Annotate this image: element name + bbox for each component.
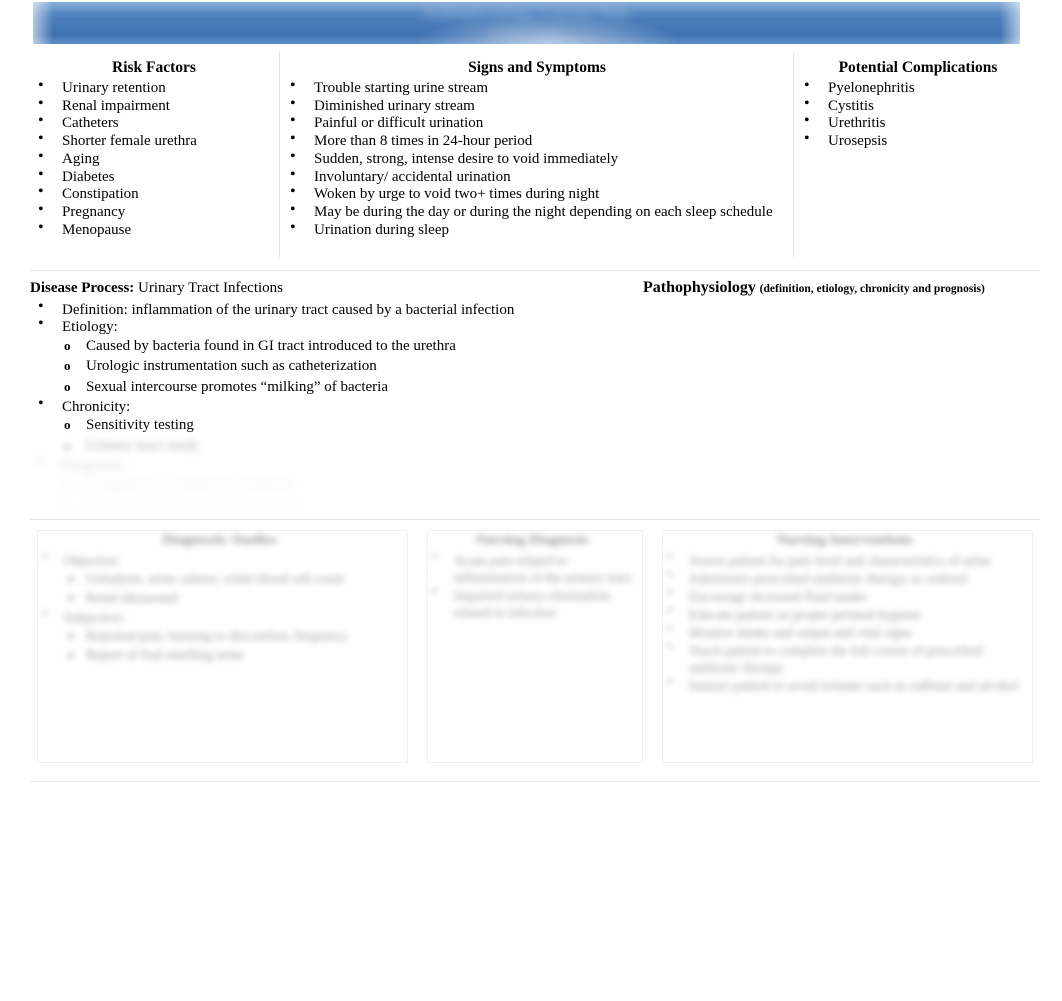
pathophysiology-subheading: (definition, etiology, chronicity and pr…	[759, 283, 985, 295]
list-item: Administer prescribed antibiotic therapy…	[659, 567, 1030, 587]
list-item: Sudden, strong, intense desire to void i…	[282, 148, 792, 168]
list-item: Monitor intake and output and vital sign…	[659, 621, 1030, 641]
risk-factors-list: Urinary retention Renal impairment Cathe…	[30, 77, 278, 239]
list-item: Sensitivity testing	[30, 417, 1040, 434]
list-item: More than 8 times in 24-hour period	[282, 130, 792, 150]
list-item: Renal ultrasound	[34, 589, 405, 606]
disease-process-header: Disease Process: Urinary Tract Infection…	[30, 278, 1040, 300]
risk-factors-title: Risk Factors	[112, 59, 196, 76]
chronicity-label: Chronicity:	[30, 396, 1040, 415]
chronicity-group: Chronicity:	[30, 396, 1040, 415]
list-item: Diabetes	[30, 165, 278, 186]
nursing-interventions-list: Assess patient for pain level and charac…	[659, 549, 1030, 694]
list-item: Urination during sleep	[282, 219, 792, 239]
list-item: Aging	[30, 148, 278, 168]
prognosis-label: Prognosis:	[30, 455, 1040, 474]
list-item: Treatment of underlying conditions	[30, 497, 1040, 514]
list-item: Urosepsis	[796, 130, 1040, 150]
bottom-row: Diagnostic Studies Objective: Urinalysis…	[30, 521, 1040, 781]
definition-item: Definition: inflammation of the urinary …	[30, 299, 1040, 318]
list-item: Educate patient on proper perineal hygie…	[659, 603, 1030, 623]
section-divider-bottom	[30, 781, 1040, 782]
list-item: Diminished urinary stream	[282, 95, 792, 115]
chronicity-sub-list: Sensitivity testing Urinary tract study	[30, 417, 1040, 454]
list-item: Involuntary/ accidental urination	[282, 165, 792, 186]
list-item: Acute pain related to inflammation of th…	[424, 549, 640, 586]
nursing-interventions-box: Nursing Interventions Assess patient for…	[655, 521, 1040, 781]
list-item: Woken by urge to void two+ times during …	[282, 183, 792, 203]
list-item: Report of foul smelling urine	[34, 646, 405, 663]
diagnostic-objective-group: Objective:	[34, 549, 405, 569]
list-item: Objective:	[34, 549, 405, 569]
risk-factors-box: Risk Factors Urinary retention Renal imp…	[30, 52, 280, 257]
list-item: Renal impairment	[30, 95, 278, 115]
nursing-diagnosis-list: Acute pain related to inflammation of th…	[424, 549, 640, 621]
document-page: Pathophysiology Concept Map Student Name…	[0, 0, 1062, 1001]
diagnostic-objective-sub-list: Urinalysis, urine culture, white blood c…	[34, 570, 405, 606]
potential-complications-title: Potential Complications	[838, 59, 998, 76]
list-item: Urinalysis, urine culture, white blood c…	[34, 570, 405, 587]
signs-and-symptoms-list: Trouble starting urine stream Diminished…	[282, 77, 792, 239]
disease-process-value: Urinary Tract Infections	[138, 280, 283, 296]
section-divider-middle	[30, 519, 1040, 520]
list-item: Assess patient for pain level and charac…	[659, 549, 1030, 569]
list-item: Shorter female urethra	[30, 130, 278, 150]
diagnostic-studies-box: Diagnostic Studies Objective: Urinalysis…	[30, 521, 415, 781]
list-item: Encourage increased fluid intake	[659, 585, 1030, 605]
list-item: Menopause	[30, 219, 278, 239]
document-title: Pathophysiology Concept Map	[424, 5, 629, 21]
list-item: Urinary tract study	[30, 438, 1040, 455]
list-item: Painful or difficult urination	[282, 112, 792, 132]
list-item: May be during the day or during the nigh…	[282, 201, 792, 221]
list-item: Teach patient to complete the full cours…	[659, 639, 1030, 676]
nursing-diagnosis-box: Nursing Diagnosis Acute pain related to …	[420, 521, 650, 781]
column-divider	[793, 52, 794, 257]
signs-and-symptoms-box: Signs and Symptoms Trouble starting urin…	[282, 52, 794, 257]
list-item: Trouble starting urine stream	[282, 77, 792, 97]
list-item: Urologic instrumentation such as cathete…	[30, 358, 1040, 375]
list-item: Sexual intercourse promotes “milking” of…	[30, 379, 1040, 396]
list-item: Impaired urinary elimination related to …	[424, 584, 640, 621]
etiology-sub-list: Caused by bacteria found in GI tract int…	[30, 338, 1040, 396]
list-item: Reported pain, burning or discomfort, fr…	[34, 627, 405, 644]
pathophysiology-heading: Pathophysiology	[643, 279, 756, 296]
list-item: Pyelonephritis	[796, 77, 1040, 97]
diagnostic-studies-title: Diagnostic Studies	[162, 532, 277, 548]
list-item: Catheters	[30, 112, 278, 132]
list-item: Instruct patient to avoid irritants such…	[659, 674, 1030, 694]
potential-complications-box: Potential Complications Pyelonephritis C…	[796, 52, 1040, 257]
list-item: Urethritis	[796, 112, 1040, 132]
list-item: Pregnancy	[30, 201, 278, 221]
document-title-bar: Pathophysiology Concept Map Student Name	[33, 2, 1020, 44]
column-divider	[279, 52, 280, 257]
list-item: Cystitis	[796, 95, 1040, 115]
prognosis-sub-list: Completion of antibiotic treatment Treat…	[30, 477, 1040, 514]
diagnostic-subjective-sub-list: Reported pain, burning or discomfort, fr…	[34, 627, 405, 663]
list-item: Completion of antibiotic treatment	[30, 477, 1040, 494]
document-subtitle: Student Name	[489, 24, 564, 39]
signs-and-symptoms-title: Signs and Symptoms	[468, 59, 606, 76]
list-item: Constipation	[30, 183, 278, 203]
prognosis-group: Prognosis:	[30, 455, 1040, 474]
nursing-diagnosis-title: Nursing Diagnosis	[475, 532, 589, 548]
nursing-interventions-title: Nursing Interventions	[776, 532, 913, 548]
list-item: Urinary retention	[30, 77, 278, 97]
disease-process-label: Disease Process:	[30, 280, 135, 296]
top-row: Risk Factors Urinary retention Renal imp…	[30, 52, 1040, 257]
list-item: Subjective:	[34, 606, 405, 626]
diagnostic-subjective-group: Subjective:	[34, 606, 405, 626]
section-divider-top	[30, 270, 1040, 271]
list-item: Caused by bacteria found in GI tract int…	[30, 338, 1040, 355]
page-blank-area	[0, 783, 1062, 1001]
disease-process-list: Definition: inflammation of the urinary …	[30, 299, 1040, 336]
disease-process-section: Disease Process: Urinary Tract Infection…	[30, 278, 1040, 516]
etiology-label: Etiology:	[30, 316, 1040, 335]
potential-complications-list: Pyelonephritis Cystitis Urethritis Urose…	[796, 77, 1040, 150]
pathophysiology-header: Pathophysiology (definition, etiology, c…	[643, 278, 985, 299]
